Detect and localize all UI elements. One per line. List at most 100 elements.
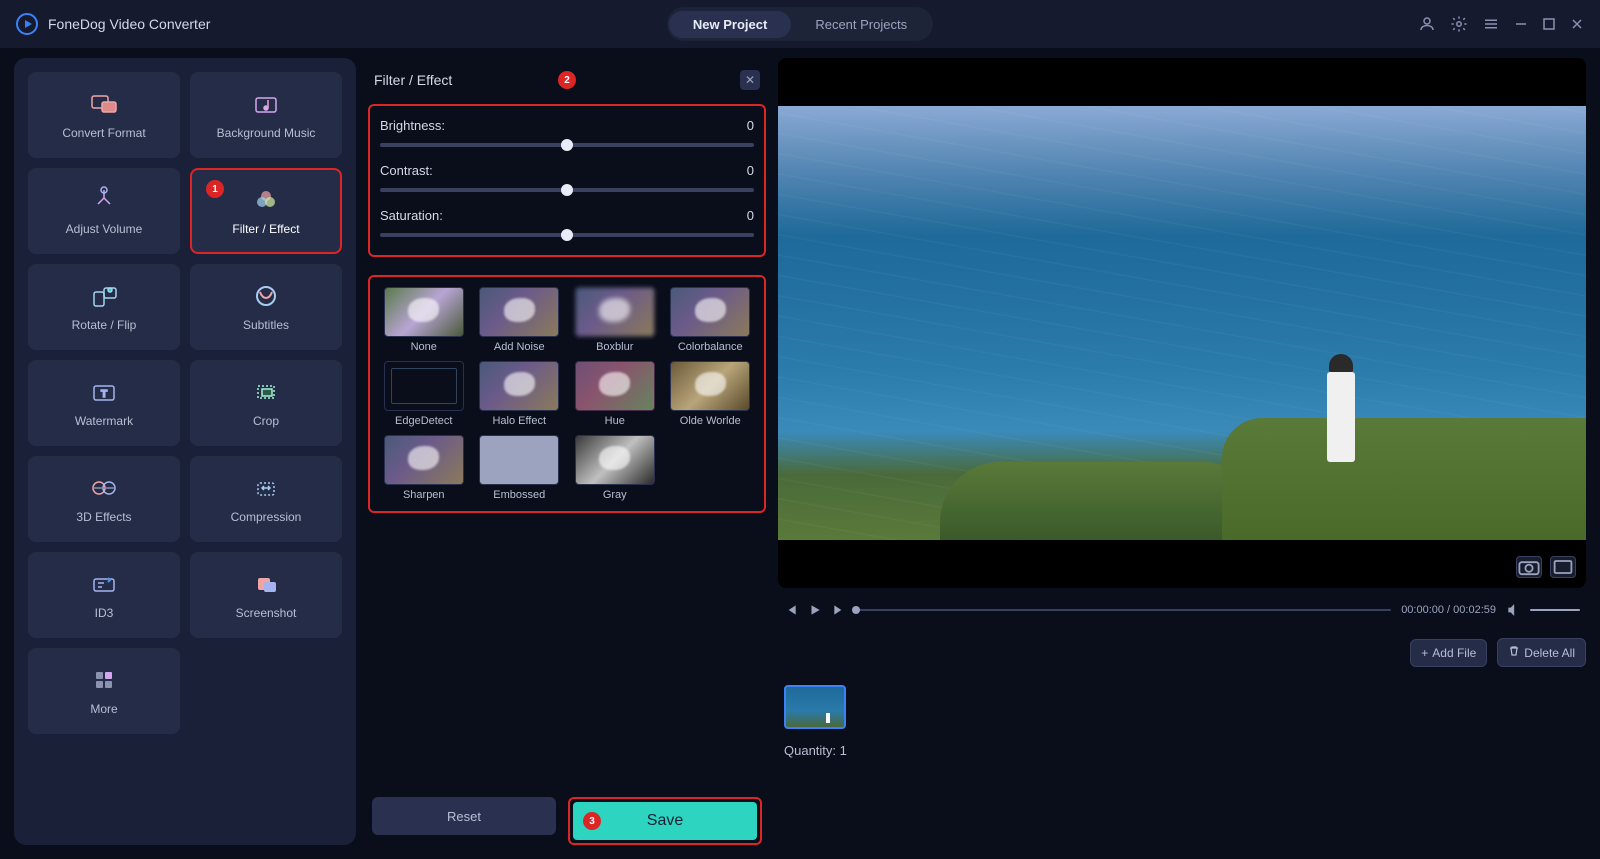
tool-label: Compression xyxy=(231,510,302,524)
effect-thumb xyxy=(670,287,750,337)
tab-new-project[interactable]: New Project xyxy=(669,11,791,38)
close-button[interactable] xyxy=(1570,17,1584,31)
tool-3d-effects[interactable]: 3D Effects xyxy=(28,456,180,542)
contrast-row: Contrast: 0 xyxy=(380,163,754,192)
menu-icon[interactable] xyxy=(1482,15,1500,33)
volume-icon[interactable] xyxy=(1506,603,1520,617)
effect-thumb xyxy=(384,435,464,485)
tool-crop[interactable]: Crop xyxy=(190,360,342,446)
contrast-value: 0 xyxy=(747,163,754,178)
sliders-panel: Brightness: 0 Contrast: 0 Saturation: 0 xyxy=(368,104,766,257)
preview-corner-actions xyxy=(1516,556,1576,578)
save-button[interactable]: 3 Save xyxy=(573,802,757,840)
volume-slider[interactable] xyxy=(1530,609,1580,611)
effect-gray[interactable]: Gray xyxy=(571,435,659,501)
effect-sharpen[interactable]: Sharpen xyxy=(380,435,468,501)
tool-rotate-flip[interactable]: Rotate / Flip xyxy=(28,264,180,350)
effect-thumb xyxy=(479,361,559,411)
effect-thumb xyxy=(479,287,559,337)
effect-colorbalance[interactable]: Colorbalance xyxy=(667,287,755,353)
panel-header: Filter / Effect 2 ✕ xyxy=(368,58,766,96)
music-icon xyxy=(250,90,282,118)
file-actions: +Add File Delete All xyxy=(778,638,1586,667)
delete-all-label: Delete All xyxy=(1524,646,1575,660)
effect-thumb xyxy=(575,287,655,337)
slider-thumb[interactable] xyxy=(561,139,573,151)
saturation-value: 0 xyxy=(747,208,754,223)
effect-boxblur[interactable]: Boxblur xyxy=(571,287,659,353)
tool-label: Screenshot xyxy=(236,606,297,620)
effect-edgedetect[interactable]: EdgeDetect xyxy=(380,361,468,427)
tool-background-music[interactable]: Background Music xyxy=(190,72,342,158)
effect-label: Add Noise xyxy=(494,341,545,353)
gear-icon[interactable] xyxy=(1450,15,1468,33)
video-preview[interactable] xyxy=(778,58,1586,588)
tool-label: Subtitles xyxy=(243,318,289,332)
tool-adjust-volume[interactable]: Adjust Volume xyxy=(28,168,180,254)
project-tabs: New Project Recent Projects xyxy=(667,7,933,41)
tool-more[interactable]: More xyxy=(28,648,180,734)
tool-id3[interactable]: ID3 xyxy=(28,552,180,638)
effect-label: Embossed xyxy=(493,489,545,501)
screenshot-icon xyxy=(250,570,282,598)
fullscreen-button[interactable] xyxy=(1550,556,1576,578)
effect-add-noise[interactable]: Add Noise xyxy=(476,287,564,353)
effect-none[interactable]: None xyxy=(380,287,468,353)
app-title: FoneDog Video Converter xyxy=(48,16,210,32)
play-button[interactable] xyxy=(808,603,822,617)
delete-all-button[interactable]: Delete All xyxy=(1497,638,1586,667)
saturation-slider[interactable] xyxy=(380,233,754,237)
annotation-badge-2: 2 xyxy=(558,71,576,89)
effect-thumb xyxy=(384,361,464,411)
contrast-slider[interactable] xyxy=(380,188,754,192)
svg-text:T: T xyxy=(101,389,107,400)
effect-label: EdgeDetect xyxy=(395,415,452,427)
convert-icon xyxy=(88,90,120,118)
effect-label: Hue xyxy=(605,415,625,427)
effect-label: Boxblur xyxy=(596,341,633,353)
add-file-label: Add File xyxy=(1432,646,1476,660)
tool-compression[interactable]: Compression xyxy=(190,456,342,542)
effect-halo-effect[interactable]: Halo Effect xyxy=(476,361,564,427)
titlebar: FoneDog Video Converter New Project Rece… xyxy=(0,0,1600,48)
account-icon[interactable] xyxy=(1418,15,1436,33)
clip-thumbnail[interactable] xyxy=(784,685,846,729)
tool-label: Watermark xyxy=(75,414,133,428)
center-panel: Filter / Effect 2 ✕ Brightness: 0 Contra… xyxy=(368,58,766,845)
reset-button[interactable]: Reset xyxy=(372,797,556,835)
tool-subtitles[interactable]: Subtitles xyxy=(190,264,342,350)
scrub-handle[interactable] xyxy=(852,606,860,614)
trash-icon xyxy=(1508,645,1520,660)
clips-area: Quantity: 1 xyxy=(778,685,1586,758)
tool-screenshot[interactable]: Screenshot xyxy=(190,552,342,638)
effect-olde-worlde[interactable]: Olde Worlde xyxy=(667,361,755,427)
tool-convert-format[interactable]: Convert Format xyxy=(28,72,180,158)
tool-label: Crop xyxy=(253,414,279,428)
right-panel: 00:00:00 / 00:02:59 +Add File Delete All… xyxy=(778,58,1586,845)
snapshot-button[interactable] xyxy=(1516,556,1542,578)
tool-filter-effect[interactable]: 1 Filter / Effect xyxy=(190,168,342,254)
add-file-button[interactable]: +Add File xyxy=(1410,639,1487,667)
panel-close-button[interactable]: ✕ xyxy=(740,70,760,90)
effect-embossed[interactable]: Embossed xyxy=(476,435,564,501)
tool-label: Rotate / Flip xyxy=(72,318,137,332)
effect-thumb xyxy=(575,361,655,411)
contrast-label: Contrast: xyxy=(380,163,433,178)
main: Convert Format Background Music Adjust V… xyxy=(0,48,1600,859)
tab-recent-projects[interactable]: Recent Projects xyxy=(791,11,931,38)
slider-thumb[interactable] xyxy=(561,229,573,241)
effect-hue[interactable]: Hue xyxy=(571,361,659,427)
effects-panel: None Add Noise Boxblur Colorbalance Edge… xyxy=(368,275,766,513)
tool-watermark[interactable]: T Watermark xyxy=(28,360,180,446)
next-button[interactable] xyxy=(832,603,846,617)
effect-thumb xyxy=(575,435,655,485)
time-display: 00:00:00 / 00:02:59 xyxy=(1401,604,1496,616)
prev-button[interactable] xyxy=(784,603,798,617)
minimize-button[interactable] xyxy=(1514,17,1528,31)
scrubber[interactable] xyxy=(856,609,1391,611)
maximize-button[interactable] xyxy=(1542,17,1556,31)
brightness-slider[interactable] xyxy=(380,143,754,147)
brightness-label: Brightness: xyxy=(380,118,445,133)
effect-label: Gray xyxy=(603,489,627,501)
slider-thumb[interactable] xyxy=(561,184,573,196)
